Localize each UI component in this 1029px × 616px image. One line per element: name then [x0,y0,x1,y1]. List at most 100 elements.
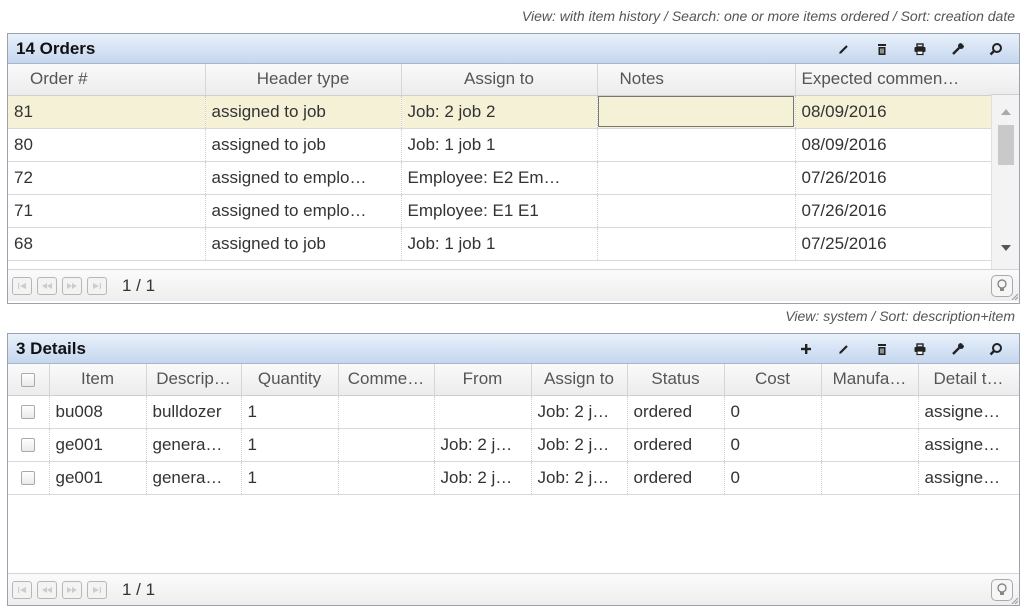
cell-notes[interactable] [597,95,796,129]
delete-button[interactable] [863,334,901,363]
cell-notes[interactable] [597,161,796,195]
edit-button[interactable] [825,334,863,363]
column-header-from[interactable]: From [434,364,532,396]
edit-button[interactable] [825,34,863,63]
cell-from[interactable]: Job: 2 j… [434,428,532,462]
last-page-button[interactable] [87,276,107,295]
search-button[interactable] [977,34,1015,63]
cell-comments[interactable] [338,461,435,495]
column-header-header-type[interactable]: Header type [205,64,402,96]
cell-header-type[interactable]: assigned to emplo… [205,161,402,195]
cell-expected-commencement[interactable]: 07/26/2016 [795,194,993,228]
resize-grip-icon[interactable] [1010,596,1018,604]
cell-order-number[interactable]: 71 [8,194,206,228]
cell-quantity[interactable]: 1 [241,395,339,429]
cell-from[interactable] [434,395,532,429]
column-header-notes[interactable]: Notes [597,64,796,96]
column-header-description[interactable]: Descrip… [146,364,242,396]
column-header-detail-type[interactable]: Detail t… [918,364,1019,396]
cell-header-type[interactable]: assigned to job [205,128,402,162]
cell-status[interactable]: ordered [627,395,725,429]
last-page-button[interactable] [87,580,107,599]
cell-status[interactable]: ordered [627,461,725,495]
cell-cost[interactable]: 0 [724,461,822,495]
table-row[interactable]: ge001 genera… 1 Job: 2 j… Job: 2 j… orde… [8,461,1019,495]
prev-page-button[interactable] [37,276,57,295]
cell-cost[interactable]: 0 [724,428,822,462]
first-page-button[interactable] [12,276,32,295]
print-button[interactable] [901,34,939,63]
scrollbar-thumb[interactable] [998,125,1014,165]
cell-assign-to[interactable]: Job: 2 j… [531,395,628,429]
cell-order-number[interactable]: 81 [8,95,206,129]
column-header-cost[interactable]: Cost [724,364,822,396]
column-header-assign-to[interactable]: Assign to [401,64,598,96]
prev-page-button[interactable] [37,580,57,599]
column-header-item[interactable]: Item [49,364,147,396]
cell-expected-commencement[interactable]: 08/09/2016 [795,95,993,129]
cell-assign-to[interactable]: Employee: E2 Em… [401,161,598,195]
row-checkbox[interactable] [21,405,36,420]
scroll-up-icon[interactable] [1001,109,1011,115]
cell-item[interactable]: ge001 [49,428,147,462]
cell-notes[interactable] [597,227,796,261]
table-row[interactable]: 71 assigned to emplo… Employee: E1 E1 07… [8,194,993,228]
cell-manufacturer[interactable] [821,395,919,429]
next-page-button[interactable] [62,276,82,295]
cell-assign-to[interactable]: Job: 1 job 1 [401,227,598,261]
cell-header-type[interactable]: assigned to job [205,227,402,261]
cell-description[interactable]: bulldozer [146,395,242,429]
cell-header-type[interactable]: assigned to emplo… [205,194,402,228]
search-button[interactable] [977,334,1015,363]
cell-manufacturer[interactable] [821,461,919,495]
cell-expected-commencement[interactable]: 07/25/2016 [795,227,993,261]
cell-assign-to[interactable]: Job: 1 job 1 [401,128,598,162]
row-checkbox[interactable] [21,438,36,453]
cell-assign-to[interactable]: Employee: E1 E1 [401,194,598,228]
cell-header-type[interactable]: assigned to job [205,95,402,129]
cell-description[interactable]: genera… [146,428,242,462]
cell-order-number[interactable]: 68 [8,227,206,261]
table-row[interactable]: 72 assigned to emplo… Employee: E2 Em… 0… [8,161,993,195]
orders-scrollbar[interactable] [991,95,1019,269]
cell-detail-type[interactable]: assigne… [918,461,1019,495]
cell-comments[interactable] [338,428,435,462]
cell-cost[interactable]: 0 [724,395,822,429]
column-header-assign-to[interactable]: Assign to [531,364,628,396]
settings-button[interactable] [939,34,977,63]
cell-assign-to[interactable]: Job: 2 job 2 [401,95,598,129]
column-header-order-number[interactable]: Order # [8,64,206,96]
settings-button[interactable] [939,334,977,363]
cell-detail-type[interactable]: assigne… [918,395,1019,429]
cell-assign-to[interactable]: Job: 2 j… [531,428,628,462]
delete-button[interactable] [863,34,901,63]
cell-item[interactable]: bu008 [49,395,147,429]
cell-manufacturer[interactable] [821,428,919,462]
column-header-manufacturer[interactable]: Manufa… [821,364,919,396]
cell-order-number[interactable]: 72 [8,161,206,195]
row-checkbox[interactable] [21,471,36,486]
cell-expected-commencement[interactable]: 08/09/2016 [795,128,993,162]
cell-assign-to[interactable]: Job: 2 j… [531,461,628,495]
first-page-button[interactable] [12,580,32,599]
table-row[interactable]: 80 assigned to job Job: 1 job 1 08/09/20… [8,128,993,162]
table-row[interactable]: bu008 bulldozer 1 Job: 2 j… ordered 0 as… [8,395,1019,429]
cell-detail-type[interactable]: assigne… [918,428,1019,462]
next-page-button[interactable] [62,580,82,599]
resize-grip-icon[interactable] [1010,292,1018,300]
cell-comments[interactable] [338,395,435,429]
cell-status[interactable]: ordered [627,428,725,462]
select-all-checkbox[interactable] [21,372,36,387]
add-button[interactable] [787,334,825,363]
column-header-comments[interactable]: Comme… [338,364,435,396]
scroll-down-icon[interactable] [1001,245,1011,251]
table-row[interactable]: 81 assigned to job Job: 2 job 2 08/09/20… [8,95,993,129]
table-row[interactable]: 68 assigned to job Job: 1 job 1 07/25/20… [8,227,993,261]
column-header-quantity[interactable]: Quantity [241,364,339,396]
column-header-expected-commencement[interactable]: Expected commen… [795,64,993,96]
table-row[interactable]: ge001 genera… 1 Job: 2 j… Job: 2 j… orde… [8,428,1019,462]
cell-order-number[interactable]: 80 [8,128,206,162]
cell-quantity[interactable]: 1 [241,428,339,462]
cell-notes[interactable] [597,194,796,228]
cell-description[interactable]: genera… [146,461,242,495]
